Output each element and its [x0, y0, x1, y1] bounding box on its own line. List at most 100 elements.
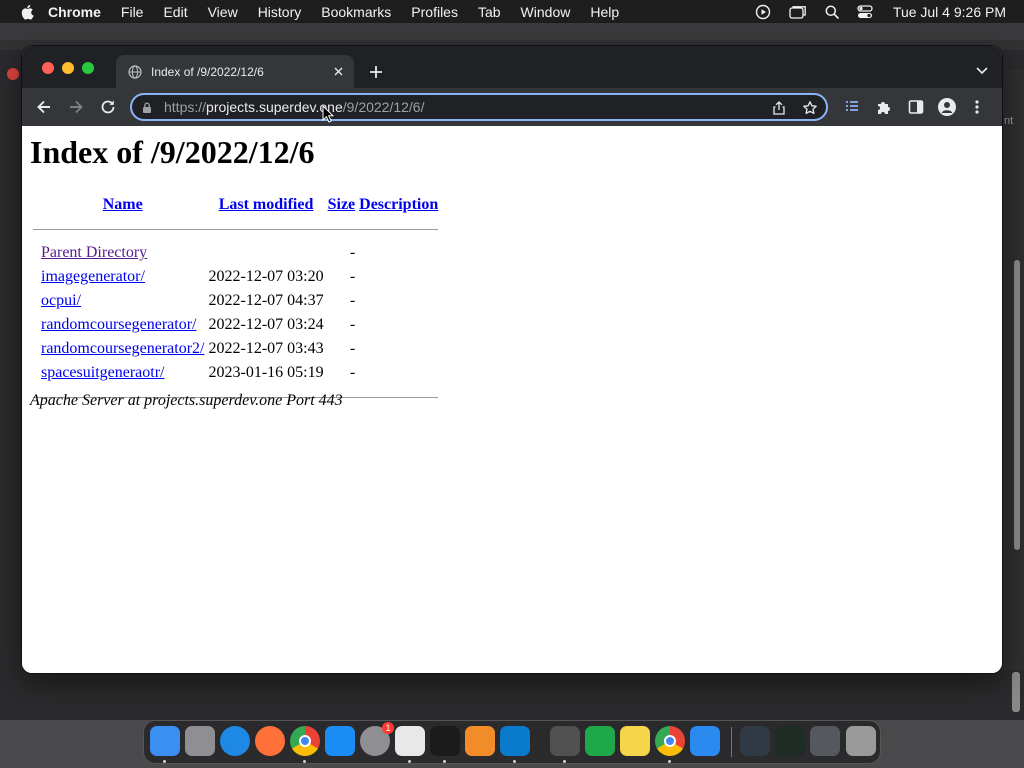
- background-edge-text: nt: [1004, 115, 1014, 127]
- extensions-puzzle-icon[interactable]: [876, 99, 892, 115]
- row-size-cell: -: [349, 340, 356, 357]
- row-name-cell[interactable]: imagegenerator/: [40, 266, 205, 288]
- tab-close-icon[interactable]: [330, 64, 346, 80]
- table-row: ocpui/ 2022-12-07 04:37 -: [32, 290, 439, 312]
- row-name-cell[interactable]: Parent Directory: [40, 242, 205, 264]
- row-name-cell[interactable]: ocpui/: [40, 290, 205, 312]
- tab-search-chevron-icon[interactable]: [976, 66, 988, 76]
- sort-by-description-link[interactable]: Description: [359, 196, 438, 213]
- menu-history[interactable]: History: [258, 4, 302, 20]
- menu-edit[interactable]: Edit: [163, 4, 187, 20]
- tab-title: Index of /9/2022/12/6: [151, 64, 264, 79]
- tab-active[interactable]: Index of /9/2022/12/6: [116, 55, 354, 88]
- profile-avatar-icon[interactable]: [938, 98, 956, 116]
- row-modified-cell: 2022-12-07 03:24: [208, 316, 324, 333]
- chrome-icon[interactable]: [655, 726, 685, 756]
- chrome-icon[interactable]: [290, 726, 320, 756]
- row-modified-cell: 2022-12-07 03:20: [208, 268, 324, 285]
- window-zoom-button[interactable]: [82, 62, 94, 74]
- window-close-button[interactable]: [42, 62, 54, 74]
- chrome-window: Index of /9/2022/12/6 https://projects.s…: [22, 46, 1002, 673]
- directory-link[interactable]: imagegenerator/: [41, 268, 145, 285]
- row-name-cell[interactable]: spacesuitgeneraotr/: [40, 362, 205, 384]
- numbers-icon[interactable]: [585, 726, 615, 756]
- menu-bar-clock[interactable]: Tue Jul 4 9:26 PM: [893, 4, 1006, 20]
- row-modified-cell: 2023-01-16 05:19: [208, 364, 324, 381]
- column-header-description[interactable]: Description: [358, 194, 439, 216]
- directory-link[interactable]: randomcoursegenerator2/: [41, 340, 204, 357]
- bookmark-star-icon[interactable]: [802, 100, 818, 116]
- menu-help[interactable]: Help: [590, 4, 619, 20]
- new-tab-plus-icon[interactable]: [368, 64, 384, 80]
- background-close-icon[interactable]: [7, 68, 19, 80]
- tab-strip: Index of /9/2022/12/6: [22, 46, 1002, 88]
- share-icon[interactable]: [772, 101, 786, 115]
- row-modified-cell: [207, 242, 324, 264]
- forward-arrow-icon[interactable]: [67, 98, 85, 116]
- garageband-icon[interactable]: [465, 726, 495, 756]
- safari-icon[interactable]: [220, 726, 250, 756]
- system-settings-icon[interactable]: 1: [360, 722, 394, 756]
- more-menu-icon[interactable]: [974, 99, 980, 115]
- minimized-window-icon[interactable]: [775, 726, 805, 756]
- vscode-icon[interactable]: [500, 726, 530, 756]
- column-header-name[interactable]: Name: [40, 194, 205, 216]
- menu-file[interactable]: File: [121, 4, 144, 20]
- minimized-window-icon[interactable]: [740, 726, 770, 756]
- menu-view[interactable]: View: [208, 4, 238, 20]
- keynote-icon[interactable]: [690, 726, 720, 756]
- running-indicator: [563, 760, 566, 763]
- column-header-size[interactable]: Size: [327, 194, 357, 216]
- directory-link[interactable]: randomcoursegenerator/: [41, 316, 196, 333]
- parent-directory-link[interactable]: Parent Directory: [41, 244, 147, 261]
- sort-by-name-link[interactable]: Name: [103, 196, 143, 213]
- minimized-window-icon[interactable]: [810, 726, 840, 756]
- menu-bookmarks[interactable]: Bookmarks: [321, 4, 391, 20]
- window-minimize-button[interactable]: [62, 62, 74, 74]
- apple-logo-icon[interactable]: [20, 4, 34, 20]
- launchpad-icon[interactable]: [185, 726, 215, 756]
- row-name-cell[interactable]: randomcoursegenerator2/: [40, 338, 205, 360]
- app-store-icon[interactable]: [325, 726, 355, 756]
- calculator-icon[interactable]: [550, 726, 580, 756]
- column-header-last-modified[interactable]: Last modified: [207, 194, 324, 216]
- icon-column-header: [32, 194, 38, 216]
- row-description-cell: [358, 314, 439, 336]
- header-divider: [32, 218, 439, 240]
- row-size-cell: -: [349, 244, 356, 261]
- row-name-cell[interactable]: randomcoursegenerator/: [40, 314, 205, 336]
- row-size-cell: -: [349, 268, 356, 285]
- background-scrollbar-lower[interactable]: [1012, 672, 1020, 712]
- directory-link[interactable]: ocpui/: [41, 292, 81, 309]
- side-panel-icon[interactable]: [908, 99, 924, 115]
- back-arrow-icon[interactable]: [35, 98, 53, 116]
- screen-recording-icon[interactable]: [755, 4, 771, 20]
- textedit-icon[interactable]: [395, 726, 425, 756]
- globe-icon: [128, 64, 142, 79]
- lock-icon[interactable]: [142, 102, 152, 113]
- trash-icon[interactable]: [846, 726, 876, 756]
- terminal-icon[interactable]: [430, 726, 460, 756]
- menu-app-name[interactable]: Chrome: [48, 4, 101, 20]
- menu-profiles[interactable]: Profiles: [411, 4, 458, 20]
- address-bar[interactable]: https://projects.superdev.one/9/2022/12/…: [130, 93, 828, 121]
- window-switcher-icon[interactable]: [789, 5, 807, 19]
- reload-icon[interactable]: [99, 98, 117, 116]
- background-scrollbar[interactable]: [1014, 260, 1020, 550]
- running-indicator: [303, 760, 306, 763]
- menu-window[interactable]: Window: [521, 4, 571, 20]
- notes-icon[interactable]: [620, 726, 650, 756]
- dock: 1: [143, 720, 881, 764]
- url-text[interactable]: https://projects.superdev.one/9/2022/12/…: [164, 99, 425, 115]
- directory-link[interactable]: spacesuitgeneraotr/: [41, 364, 165, 381]
- finder-icon[interactable]: [150, 726, 180, 756]
- menu-tab[interactable]: Tab: [478, 4, 501, 20]
- control-center-icon[interactable]: [857, 4, 873, 19]
- spotlight-search-icon[interactable]: [825, 5, 839, 19]
- firefox-icon[interactable]: [255, 726, 285, 756]
- reading-list-icon[interactable]: [844, 99, 860, 115]
- table-row: imagegenerator/ 2022-12-07 03:20 -: [32, 266, 439, 288]
- sort-by-size-link[interactable]: Size: [328, 196, 356, 213]
- table-row: Parent Directory -: [32, 242, 439, 264]
- sort-by-last-modified-link[interactable]: Last modified: [219, 196, 314, 213]
